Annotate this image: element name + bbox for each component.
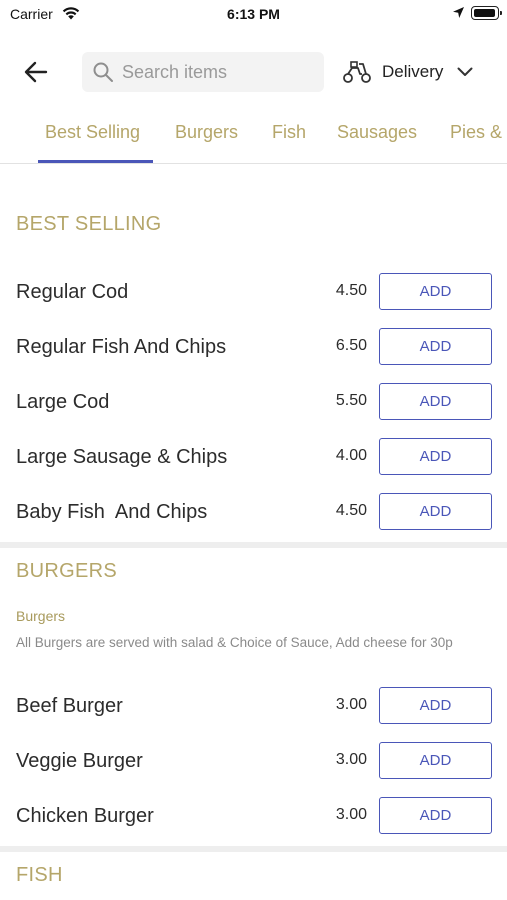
list-item: Veggie Burger 3.00 ADD (0, 742, 507, 782)
search-input[interactable] (122, 61, 312, 83)
category-tabs: Best Selling Burgers Fish Sausages Pies … (0, 112, 507, 164)
add-button[interactable]: ADD (379, 493, 492, 530)
tab-burgers[interactable]: Burgers (175, 122, 238, 143)
status-bar: Carrier 6:13 PM (0, 0, 507, 30)
header: Delivery (0, 48, 507, 96)
list-item: Baby Fish And Chips 4.50 ADD (0, 493, 507, 533)
add-button[interactable]: ADD (379, 383, 492, 420)
section-title-burgers: BURGERS (16, 560, 118, 582)
add-button[interactable]: ADD (379, 687, 492, 724)
tab-best-selling[interactable]: Best Selling (45, 122, 140, 143)
item-name: Large Cod (16, 391, 110, 413)
add-button[interactable]: ADD (379, 742, 492, 779)
add-button[interactable]: ADD (379, 438, 492, 475)
list-item: Beef Burger 3.00 ADD (0, 687, 507, 727)
tab-fish[interactable]: Fish (272, 122, 306, 143)
item-name: Veggie Burger (16, 750, 143, 772)
search-box[interactable] (82, 52, 324, 92)
section-divider (0, 542, 507, 548)
add-button[interactable]: ADD (379, 273, 492, 310)
add-button[interactable]: ADD (379, 797, 492, 834)
delivery-label: Delivery (382, 62, 444, 81)
tab-pies[interactable]: Pies & (450, 122, 502, 143)
back-arrow-icon (24, 61, 48, 83)
active-tab-indicator (38, 160, 153, 163)
list-item: Regular Fish And Chips 6.50 ADD (0, 328, 507, 368)
item-price: 3.00 (335, 696, 367, 713)
item-price: 3.00 (335, 806, 367, 823)
back-button[interactable] (20, 58, 52, 86)
add-button[interactable]: ADD (379, 328, 492, 365)
list-item: Large Sausage & Chips 4.00 ADD (0, 438, 507, 478)
section-description: All Burgers are served with salad & Choi… (16, 635, 453, 650)
item-price: 4.50 (335, 502, 367, 519)
status-time: 6:13 PM (227, 6, 280, 22)
item-price: 3.00 (335, 751, 367, 768)
item-name: Regular Fish And Chips (16, 336, 227, 358)
list-item: Regular Cod 4.50 ADD (0, 273, 507, 313)
section-title-best-selling: BEST SELLING (16, 213, 162, 235)
item-name: Baby Fish And Chips (16, 501, 208, 523)
item-price: 5.50 (335, 392, 367, 409)
item-name: Chicken Burger (16, 805, 154, 827)
section-divider (0, 846, 507, 852)
section-subtitle: Burgers (16, 608, 66, 624)
item-price: 6.50 (335, 337, 367, 354)
battery-icon (471, 6, 502, 20)
list-item: Chicken Burger 3.00 ADD (0, 797, 507, 837)
scooter-icon (343, 61, 371, 83)
item-name: Large Sausage & Chips (16, 446, 228, 468)
location-arrow-icon (452, 6, 465, 24)
section-title-fish: FISH (16, 864, 63, 886)
item-name: Beef Burger (16, 695, 123, 717)
item-price: 4.50 (335, 282, 367, 299)
search-icon (93, 62, 113, 82)
chevron-down-icon (457, 67, 473, 76)
list-item: Large Cod 5.50 ADD (0, 383, 507, 423)
item-price: 4.00 (335, 447, 367, 464)
delivery-selector[interactable]: Delivery (342, 56, 473, 88)
tab-sausages[interactable]: Sausages (337, 122, 417, 143)
item-name: Regular Cod (16, 281, 129, 303)
